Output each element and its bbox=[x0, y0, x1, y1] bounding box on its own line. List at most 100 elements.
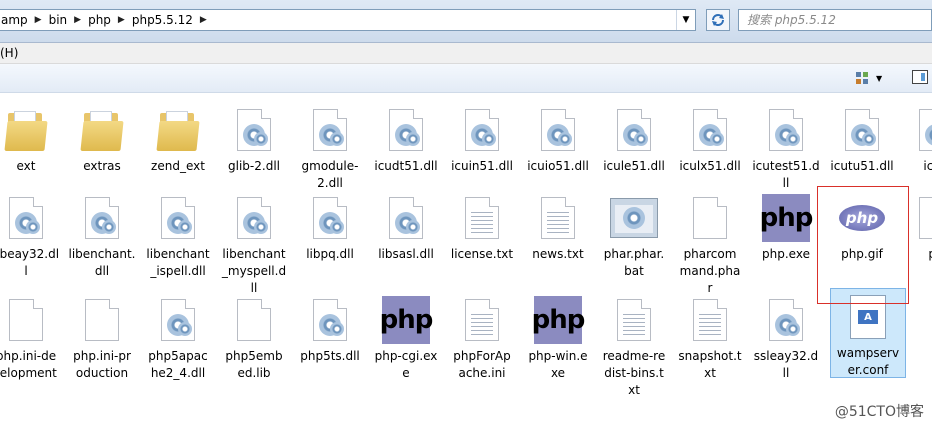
file-item[interactable]: php5ts.dll bbox=[292, 292, 368, 365]
file-item-label: snapshot.t xt bbox=[678, 349, 742, 380]
file-item[interactable]: icuu bbox=[898, 102, 932, 175]
file-item-label: php.exe bbox=[762, 247, 810, 261]
file-item[interactable]: readme-re dist-bins.t xt bbox=[596, 292, 672, 399]
breadcrumb-separator-icon[interactable]: ▶ bbox=[115, 15, 128, 25]
file-item[interactable]: news.txt bbox=[520, 190, 596, 263]
file-item[interactable]: extras bbox=[64, 102, 140, 175]
file-item[interactable]: icudt51.dll bbox=[368, 102, 444, 175]
file-item[interactable]: libenchant _myspell.d ll bbox=[216, 190, 292, 297]
file-item[interactable]: ext bbox=[0, 102, 64, 175]
file-item-icon-wrap bbox=[140, 102, 216, 158]
dll-icon bbox=[313, 109, 347, 151]
file-item-label: iculx51.dll bbox=[679, 159, 741, 173]
file-item-icon-wrap bbox=[672, 292, 748, 348]
file-item[interactable]: php php.exe bbox=[748, 190, 824, 263]
file-item-label: icudt51.dll bbox=[374, 159, 438, 173]
file-item[interactable]: glib-2.dll bbox=[216, 102, 292, 175]
file-item-icon-wrap bbox=[0, 292, 64, 348]
file-item[interactable]: libenchant. dll bbox=[64, 190, 140, 280]
php-exe-icon: php bbox=[380, 296, 433, 344]
file-item[interactable]: php5emb ed.lib bbox=[216, 292, 292, 382]
file-item-label: php.ini-pr oduction bbox=[73, 349, 131, 380]
search-input[interactable]: 搜索 php5.5.12 bbox=[738, 9, 932, 31]
file-item[interactable]: php.ini-pr oduction bbox=[64, 292, 140, 382]
breadcrumb-php[interactable]: php bbox=[84, 13, 115, 27]
text-file-icon bbox=[617, 299, 651, 341]
file-item[interactable]: libpq.dll bbox=[292, 190, 368, 263]
file-item-label: php-win.e xe bbox=[528, 349, 588, 380]
file-item-label: wampserv er.conf bbox=[836, 346, 900, 377]
file-item[interactable]: icuin51.dll bbox=[444, 102, 520, 175]
file-item-label: libenchant _myspell.d ll bbox=[221, 247, 287, 295]
file-item[interactable]: pharcom mand.pha r bbox=[672, 190, 748, 297]
file-item[interactable]: phpForAp ache.ini bbox=[444, 292, 520, 382]
file-item[interactable]: phar.phar. bat bbox=[596, 190, 672, 280]
file-item[interactable]: gmodule- 2.dll bbox=[292, 102, 368, 192]
file-item-label: gmodule- 2.dll bbox=[301, 159, 359, 190]
file-item[interactable]: libeay32.dll bbox=[0, 190, 64, 280]
file-item[interactable]: php php-cgi.ex e bbox=[368, 292, 444, 382]
change-view-button[interactable]: ▼ bbox=[856, 70, 890, 86]
file-item[interactable]: zend_ext bbox=[140, 102, 216, 175]
file-item-label: ssleay32.d ll bbox=[753, 349, 819, 380]
file-item-icon-wrap: php bbox=[368, 292, 444, 348]
dll-icon bbox=[465, 109, 499, 151]
dll-icon bbox=[9, 197, 43, 239]
file-item-label: php5ts.dll bbox=[300, 349, 360, 363]
file-item[interactable]: snapshot.t xt bbox=[672, 292, 748, 382]
file-item-label: pharcom mand.pha r bbox=[679, 247, 741, 295]
file-item-icon-wrap bbox=[520, 190, 596, 246]
file-item[interactable]: php5apac he2_4.dll bbox=[140, 292, 216, 382]
address-bar[interactable]: amp ▶ bin ▶ php ▶ php5.5.12 ▶ ▼ bbox=[0, 9, 696, 31]
file-item[interactable]: libenchant _ispell.dll bbox=[140, 190, 216, 280]
breadcrumb-amp[interactable]: amp bbox=[0, 13, 32, 27]
file-item[interactable]: iculx51.dll bbox=[672, 102, 748, 175]
file-item-icon-wrap bbox=[824, 102, 900, 158]
dll-icon bbox=[161, 197, 195, 239]
dll-icon bbox=[541, 109, 575, 151]
file-item-icon-wrap bbox=[596, 292, 672, 348]
file-item[interactable]: ssleay32.d ll bbox=[748, 292, 824, 382]
file-grid: ext extras zend_ext glib-2.dll gmodule- 2.dll… bbox=[0, 92, 932, 433]
chevron-down-icon[interactable]: ▼ bbox=[876, 74, 882, 83]
file-item-label: ext bbox=[16, 159, 36, 173]
file-item[interactable]: icule51.dll bbox=[596, 102, 672, 175]
file-item-icon-wrap bbox=[444, 102, 520, 158]
file-item-icon-wrap bbox=[596, 190, 672, 246]
file-item[interactable]: php php-win.e xe bbox=[520, 292, 596, 382]
file-item-icon-wrap: php bbox=[748, 190, 824, 246]
address-dropdown-icon[interactable]: ▼ bbox=[676, 10, 695, 30]
refresh-icon bbox=[712, 14, 724, 26]
toolbar: ▼ bbox=[0, 64, 932, 93]
highlight-box bbox=[817, 186, 909, 304]
breadcrumb-bin[interactable]: bin bbox=[45, 13, 72, 27]
file-item-label: zend_ext bbox=[151, 159, 205, 173]
preview-pane-button[interactable] bbox=[912, 70, 928, 84]
file-item[interactable]: php.ini-de relopment bbox=[0, 292, 64, 382]
file-item-icon-wrap bbox=[0, 190, 64, 246]
file-item-label: icule51.dll bbox=[603, 159, 665, 173]
file-item-label: phar.phar. bat bbox=[603, 247, 665, 278]
blank-file-icon bbox=[919, 197, 932, 239]
file-item-icon-wrap bbox=[216, 190, 292, 246]
file-item-label: libeay32.dll bbox=[0, 247, 60, 278]
file-item[interactable]: icuio51.dll bbox=[520, 102, 596, 175]
php-exe-icon: php bbox=[532, 296, 585, 344]
file-item[interactable]: libsasl.dll bbox=[368, 190, 444, 263]
file-item-label: php5emb ed.lib bbox=[225, 349, 283, 380]
file-item-icon-wrap bbox=[292, 190, 368, 246]
menu-help[interactable]: (H) bbox=[0, 46, 18, 60]
breadcrumb-separator-icon[interactable]: ▶ bbox=[71, 15, 84, 25]
file-item[interactable]: icutu51.dll bbox=[824, 102, 900, 175]
breadcrumb-separator-icon[interactable]: ▶ bbox=[32, 15, 45, 25]
watermark-text: @51CTO博客 bbox=[834, 404, 924, 420]
dll-icon bbox=[693, 109, 727, 151]
folder-icon bbox=[4, 109, 48, 151]
file-item-label: icutest51.d ll bbox=[752, 159, 820, 190]
file-item[interactable]: license.txt bbox=[444, 190, 520, 263]
file-item[interactable]: icutest51.d ll bbox=[748, 102, 824, 192]
breadcrumb-separator-icon[interactable]: ▶ bbox=[197, 15, 210, 25]
breadcrumb-php5512[interactable]: php5.5.12 bbox=[128, 13, 197, 27]
file-item-icon-wrap bbox=[520, 102, 596, 158]
refresh-button[interactable] bbox=[706, 9, 730, 31]
